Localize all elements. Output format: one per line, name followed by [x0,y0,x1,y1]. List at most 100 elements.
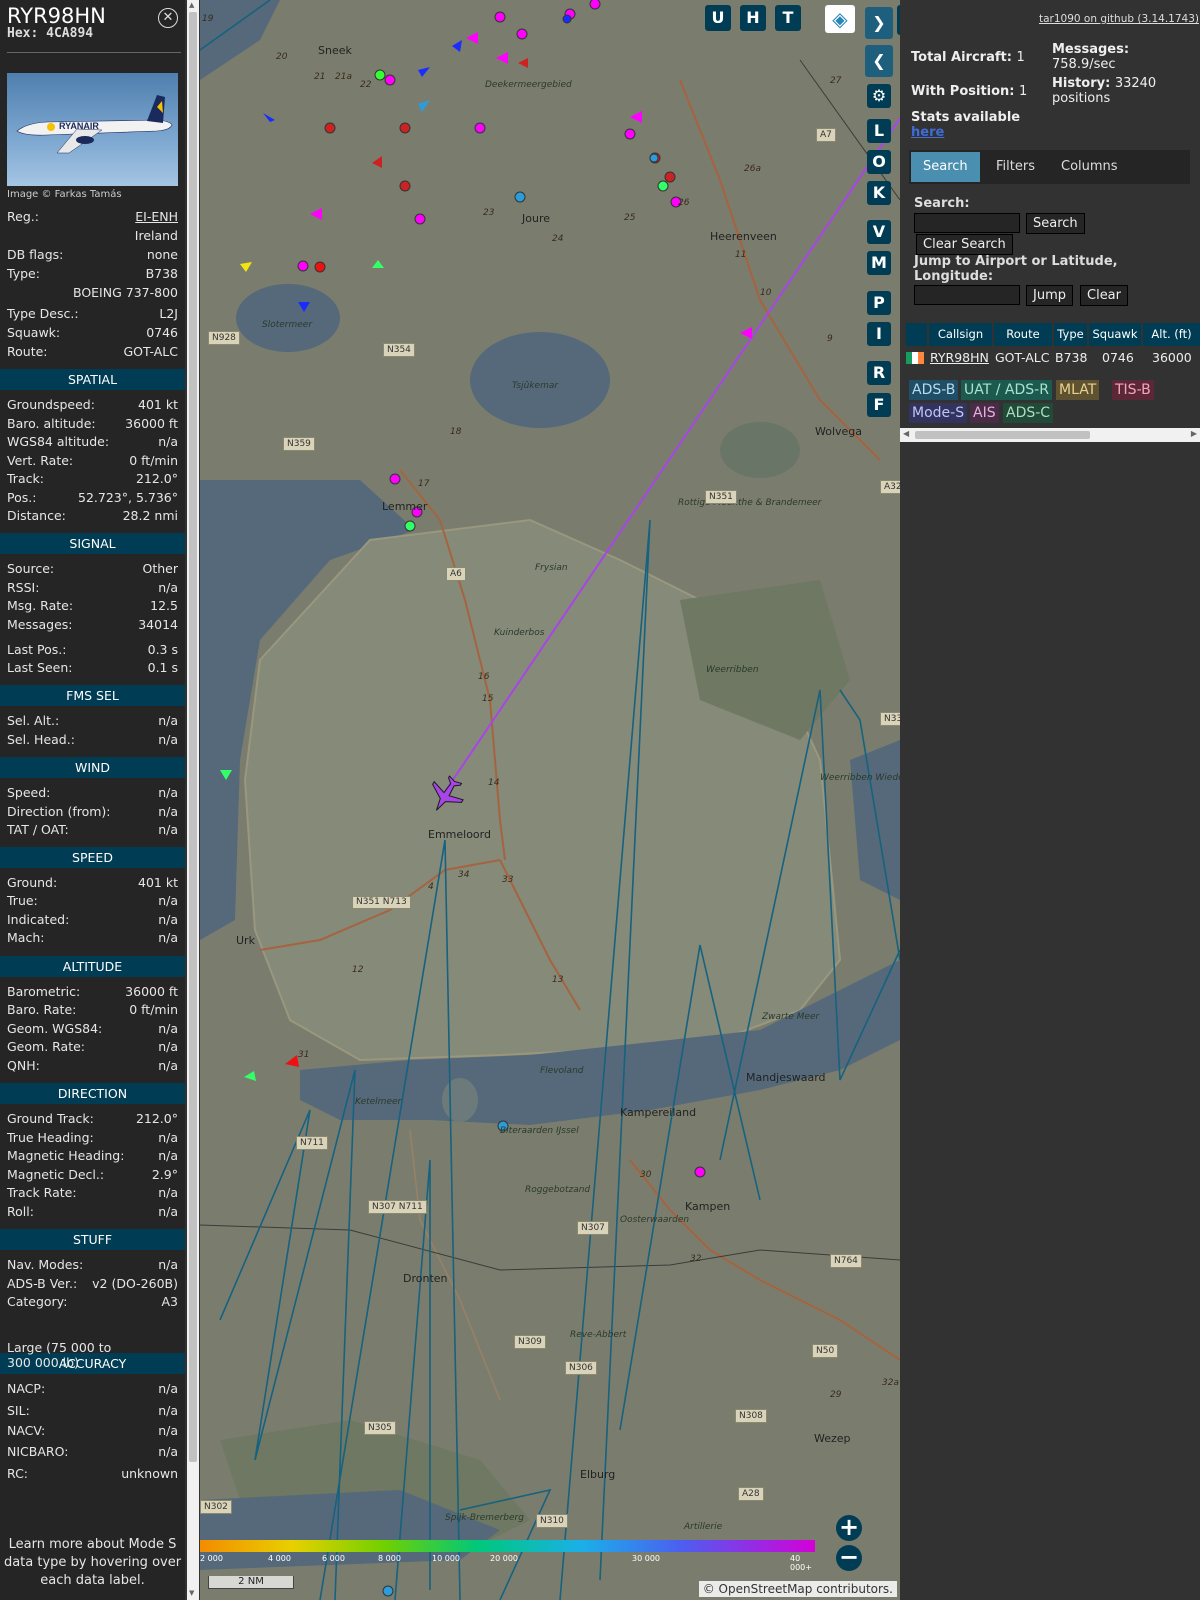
section-speed[interactable]: SPEED [0,847,185,868]
jump-input[interactable] [914,285,1020,305]
info-label[interactable]: Distance: [7,507,66,525]
info-label[interactable]: Messages: [7,616,73,634]
sidebar-scroll-thumb[interactable] [189,12,197,1462]
info-label[interactable]: Vert. Rate: [7,452,73,470]
info-label[interactable]: NACP: [7,1380,45,1398]
info-label[interactable]: NACV: [7,1422,45,1440]
table-scroll-thumb[interactable] [915,431,1090,439]
map-button-p[interactable]: P [867,291,891,315]
map-button-f[interactable]: F [867,393,891,417]
info-label[interactable]: Baro. altitude: [7,415,96,433]
row-route[interactable]: GOT-ALC [995,347,1050,369]
info-label[interactable]: Category: [7,1293,67,1311]
clear-button[interactable]: Clear [1080,285,1128,306]
info-label[interactable]: True: [7,892,38,910]
info-label[interactable]: Baro. Rate: [7,1001,76,1019]
search-input[interactable] [914,213,1020,233]
info-label[interactable]: SIL: [7,1402,30,1420]
section-altitude[interactable]: ALTITUDE [0,956,185,977]
map-view[interactable]: Sneek Joure Heerenveen Wolvega Lemmer Emmeloo… [200,0,900,1600]
table-header-squawk[interactable]: Squawk [1089,323,1141,346]
info-label[interactable]: Sel. Head.: [7,731,75,749]
map-button-m[interactable]: M [867,251,891,275]
settings-button[interactable]: ⚙ [867,84,891,108]
info-label[interactable]: Sel. Alt.: [7,712,59,730]
info-label[interactable]: Speed: [7,784,50,802]
info-label[interactable]: True Heading: [7,1129,94,1147]
map-button-h[interactable]: H [740,5,766,31]
info-label[interactable]: Track: [7,470,44,488]
map-button-v[interactable]: V [867,220,891,244]
zoom-out-button[interactable]: − [836,1545,862,1571]
info-label[interactable]: Magnetic Decl.: [7,1166,104,1184]
table-header-type[interactable]: Type [1054,323,1087,346]
row-type[interactable]: B738 [1055,347,1087,369]
expand-right-button[interactable]: ❯ [865,7,893,39]
info-label[interactable]: Ground Track: [7,1110,94,1128]
github-link[interactable]: tar1090 on github (3.14.1743) [1039,13,1199,25]
table-scrollbar[interactable]: ◀ ▶ [900,428,1200,442]
tab-filters[interactable]: Filters [984,152,1047,182]
map-button-i[interactable]: I [867,322,891,346]
info-label[interactable]: Nav. Modes: [7,1256,83,1274]
info-label[interactable]: Geom. Rate: [7,1038,85,1056]
info-label[interactable]: Barometric: [7,983,80,1001]
table-header-callsign[interactable]: Callsign [929,323,992,346]
map-button-l[interactable]: L [867,119,891,143]
sidebar-scrollbar[interactable]: ▲ ▼ [187,0,199,1600]
info-label[interactable]: Source: [7,560,54,578]
info-label[interactable]: ADS-B Ver.: [7,1275,77,1293]
row-altitude[interactable]: 36000 [1152,347,1192,369]
clear-search-button[interactable]: Clear Search [916,234,1013,255]
tab-search[interactable]: Search [911,152,980,182]
info-label[interactable]: Last Pos.: [7,641,66,659]
info-label[interactable]: Geom. WGS84: [7,1020,102,1038]
zoom-in-button[interactable]: + [836,1515,862,1541]
table-header-route[interactable]: Route [994,323,1052,346]
section-fms-sel[interactable]: FMS SEL [0,685,185,706]
info-label[interactable]: Mach: [7,929,44,947]
info-label[interactable]: QNH: [7,1057,40,1075]
map-button-o[interactable]: O [867,150,891,174]
map-place-label: Deekermeergebied [485,80,572,90]
info-label[interactable]: NICBARO: [7,1443,68,1461]
info-label[interactable]: WGS84 altitude: [7,433,109,451]
info-label[interactable]: Direction (from): [7,803,111,821]
map-button-r[interactable]: R [867,361,891,385]
info-label[interactable]: Groundspeed: [7,396,95,414]
tab-columns[interactable]: Columns [1049,152,1130,182]
info-label[interactable]: Last Seen: [7,659,72,677]
info-label[interactable]: Pos.: [7,489,36,507]
map-button-t[interactable]: T [775,5,801,31]
section-wind[interactable]: WIND [0,757,185,778]
info-label[interactable]: RSSI: [7,579,39,597]
close-icon[interactable]: ✕ [158,8,178,28]
collapse-left-button[interactable]: ❮ [865,45,893,77]
map-attribution[interactable]: © OpenStreetMap contributors. [698,1581,897,1597]
section-spatial[interactable]: SPATIAL [0,369,185,390]
info-label[interactable]: RC: [7,1465,28,1483]
info-row: Roll: n/a [7,1203,178,1221]
stats-link[interactable]: here [911,125,944,140]
section-signal[interactable]: SIGNAL [0,533,185,554]
info-label[interactable]: Magnetic Heading: [7,1147,124,1165]
map-button-k[interactable]: K [867,181,891,205]
info-label[interactable]: Track Rate: [7,1184,77,1202]
info-label[interactable]: Ground: [7,874,57,892]
info-label[interactable]: Indicated: [7,911,69,929]
info-label[interactable]: Msg. Rate: [7,597,73,615]
search-button[interactable]: Search [1026,213,1085,234]
map-button-u[interactable]: U [705,5,731,31]
info-label[interactable]: Roll: [7,1203,34,1221]
section-stuff[interactable]: STUFF [0,1229,185,1250]
detail-value[interactable]: EI-ENH [135,208,178,226]
section-direction[interactable]: DIRECTION [0,1083,185,1104]
jump-button[interactable]: Jump [1026,285,1073,306]
table-header-altitude[interactable]: Alt. (ft) [1143,323,1200,346]
aircraft-photo[interactable]: RYANAIR [7,73,178,186]
row-squawk[interactable]: 0746 [1102,347,1134,369]
source-badge-tis-b: TIS-B [1112,380,1154,400]
info-label[interactable]: TAT / OAT: [7,821,69,839]
layers-button[interactable]: ◈ [825,5,855,33]
row-callsign[interactable]: RYR98HN [930,347,989,369]
